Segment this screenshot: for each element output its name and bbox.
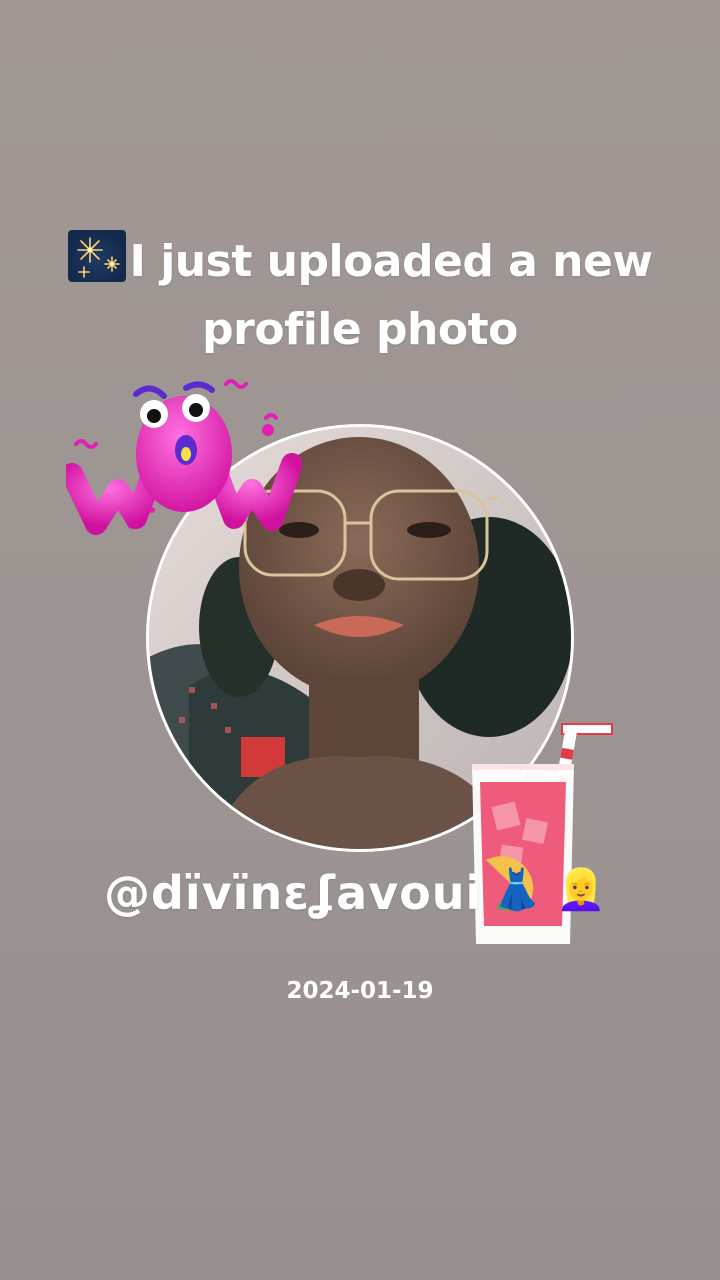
headline-line-1: I just uploaded a new [129,236,653,287]
username-row: @dïvïnɛʆavoui 👗 👱‍♀️ [100,860,620,940]
fireworks-icon [67,230,126,282]
blonde-person-icon: 👱‍♀️ [556,867,606,913]
headline-line-2: profile photo [202,304,518,355]
headline: I just uploaded a new profile photo [50,228,670,364]
username: @dïvïnɛʆavoui [104,866,483,920]
wow-sticker [61,378,303,538]
post-date: 2024-01-19 [286,978,434,1004]
dress-icon: 👗 [492,867,542,913]
